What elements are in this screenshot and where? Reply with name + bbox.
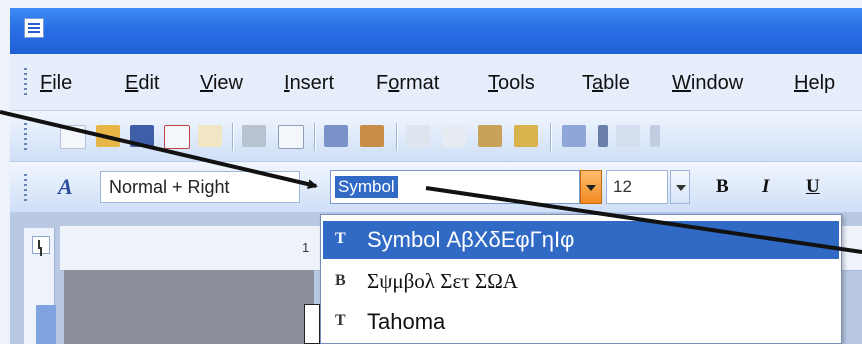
menu-insert[interactable]: Insert bbox=[284, 72, 334, 95]
font-name-value[interactable]: Symbol bbox=[335, 176, 398, 198]
ruler-marker: 1 bbox=[302, 240, 310, 255]
menu-file[interactable]: File bbox=[40, 72, 72, 95]
paste-icon[interactable] bbox=[478, 125, 502, 147]
research-book-icon[interactable] bbox=[360, 125, 384, 147]
menu-help[interactable]: Help bbox=[794, 72, 835, 95]
format-painter-icon[interactable] bbox=[514, 125, 538, 147]
title-bar bbox=[10, 8, 862, 54]
menu-format[interactable]: Format bbox=[376, 72, 439, 95]
truetype-font-icon: T bbox=[335, 312, 346, 329]
styles-pane-icon[interactable]: A bbox=[58, 174, 73, 200]
cut-icon[interactable] bbox=[406, 125, 430, 147]
font-dropdown-button[interactable] bbox=[580, 170, 602, 204]
underline-button[interactable]: U bbox=[806, 176, 820, 198]
undo-dropdown-icon[interactable] bbox=[598, 125, 608, 147]
formatting-toolbar-grip[interactable] bbox=[24, 174, 27, 202]
print-preview-icon[interactable] bbox=[278, 125, 304, 149]
menu-edit[interactable]: Edit bbox=[125, 72, 159, 95]
spelling-icon[interactable] bbox=[324, 125, 348, 147]
redo-icon[interactable] bbox=[616, 125, 640, 147]
font-option-label: Σψμβολ Σετ ΣΩΑ bbox=[367, 269, 518, 293]
redo-dropdown-icon[interactable] bbox=[650, 125, 660, 147]
permission-icon[interactable] bbox=[164, 125, 190, 149]
toolbar-separator bbox=[314, 123, 315, 151]
menu-window[interactable]: Window bbox=[672, 72, 743, 95]
menu-bar-grip[interactable] bbox=[24, 68, 27, 96]
font-option-symbol-set[interactable]: B Σψμβολ Σετ ΣΩΑ bbox=[323, 263, 839, 301]
save-icon[interactable] bbox=[130, 125, 154, 147]
italic-button[interactable]: I bbox=[762, 176, 769, 198]
font-size-dropdown-button[interactable] bbox=[670, 170, 690, 204]
menu-tools[interactable]: Tools bbox=[488, 72, 535, 95]
font-option-label: Tahoma bbox=[367, 309, 446, 334]
undo-icon[interactable] bbox=[562, 125, 586, 147]
tab-selector-icon[interactable] bbox=[32, 236, 50, 254]
standard-toolbar bbox=[10, 111, 862, 162]
document-page[interactable] bbox=[304, 304, 320, 344]
bold-button[interactable]: B bbox=[716, 176, 729, 198]
font-option-tahoma[interactable]: T Tahoma bbox=[323, 303, 839, 341]
printer-font-icon: B bbox=[335, 272, 346, 289]
vertical-ruler-margin bbox=[36, 305, 56, 344]
font-name-combo[interactable]: Symbol bbox=[330, 170, 580, 204]
toolbar-separator bbox=[550, 123, 551, 151]
font-size-combo[interactable]: 12 bbox=[606, 170, 668, 204]
font-option-symbol[interactable]: T Symbol ΑβΧδΕφΓηΙφ bbox=[323, 221, 839, 259]
word-app-icon[interactable] bbox=[24, 18, 44, 38]
document-background bbox=[64, 270, 314, 344]
toolbar-separator bbox=[232, 123, 233, 151]
font-option-label: Symbol ΑβΧδΕφΓηΙφ bbox=[367, 227, 575, 252]
new-document-icon[interactable] bbox=[60, 125, 86, 149]
formatting-toolbar: A Normal + Right Symbol 12 B I U bbox=[10, 162, 862, 213]
standard-toolbar-grip[interactable] bbox=[24, 123, 27, 151]
print-icon[interactable] bbox=[242, 125, 266, 147]
toolbar-separator bbox=[396, 123, 397, 151]
style-combo[interactable]: Normal + Right bbox=[100, 171, 300, 203]
open-folder-icon[interactable] bbox=[96, 125, 120, 147]
truetype-font-icon: T bbox=[335, 230, 346, 247]
menu-table[interactable]: Table bbox=[582, 72, 630, 95]
copy-icon[interactable] bbox=[442, 125, 466, 147]
menu-view[interactable]: View bbox=[200, 72, 243, 95]
word-window: File Edit View Insert Format Tools Table… bbox=[0, 0, 862, 344]
menu-bar: File Edit View Insert Format Tools Table… bbox=[10, 54, 862, 111]
research-icon[interactable] bbox=[198, 125, 222, 147]
font-dropdown-list: T Symbol ΑβΧδΕφΓηΙφ B Σψμβολ Σετ ΣΩΑ T T… bbox=[320, 214, 842, 344]
